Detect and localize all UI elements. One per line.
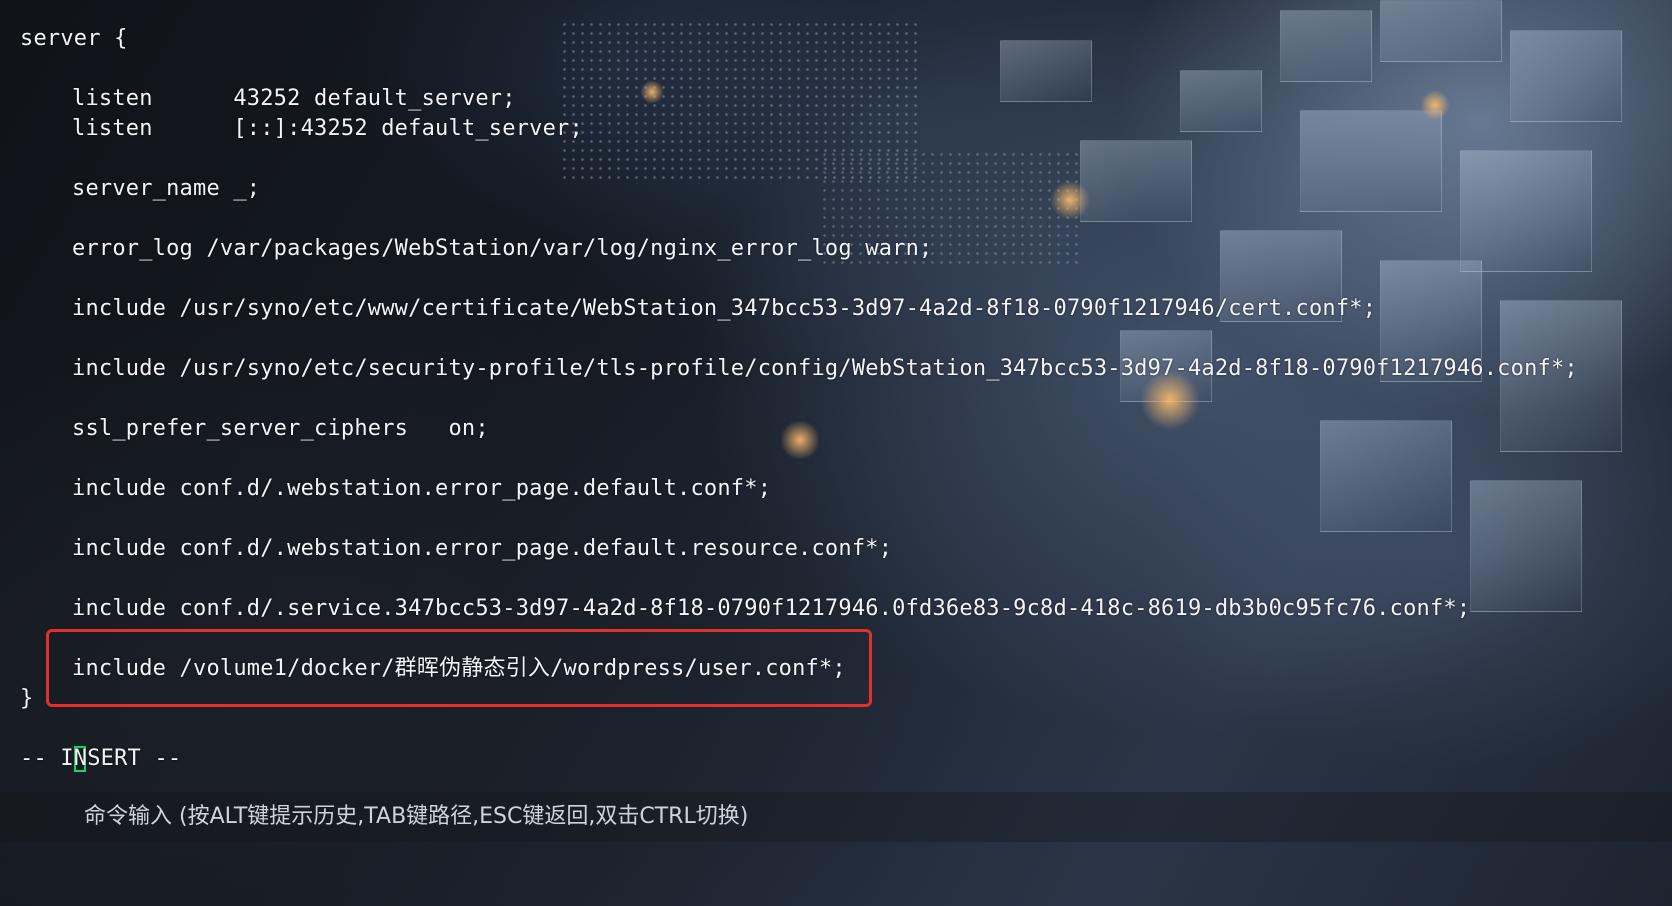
cursor-line: [20, 714, 1672, 772]
terminal-editor[interactable]: server { listen 43252 default_server; li…: [20, 24, 1672, 774]
code-line: include conf.d/.service.347bcc53-3d97-4a…: [72, 596, 1471, 621]
code-line: include /usr/syno/etc/www/certificate/We…: [72, 296, 1377, 321]
code-line: listen [::]:43252 default_server;: [72, 116, 583, 141]
code-line: server {: [20, 26, 128, 51]
code-line: include /usr/syno/etc/security-profile/t…: [72, 356, 1578, 381]
code-line: include conf.d/.webstation.error_page.de…: [72, 476, 772, 501]
code-line: listen 43252 default_server;: [72, 86, 516, 111]
code-line: include conf.d/.webstation.error_page.de…: [72, 536, 893, 561]
code-line: server_name _;: [72, 176, 261, 201]
highlighted-code-line: include /volume1/docker/群晖伪静态引入/wordpres…: [72, 656, 846, 681]
code-line: error_log /var/packages/WebStation/var/l…: [72, 236, 933, 261]
code-line: }: [20, 686, 34, 711]
command-input[interactable]: [84, 792, 1584, 842]
code-line: ssl_prefer_server_ciphers on;: [72, 416, 489, 441]
command-bar: [0, 792, 1672, 842]
mode-indicator: -- INSERT --: [20, 746, 182, 771]
